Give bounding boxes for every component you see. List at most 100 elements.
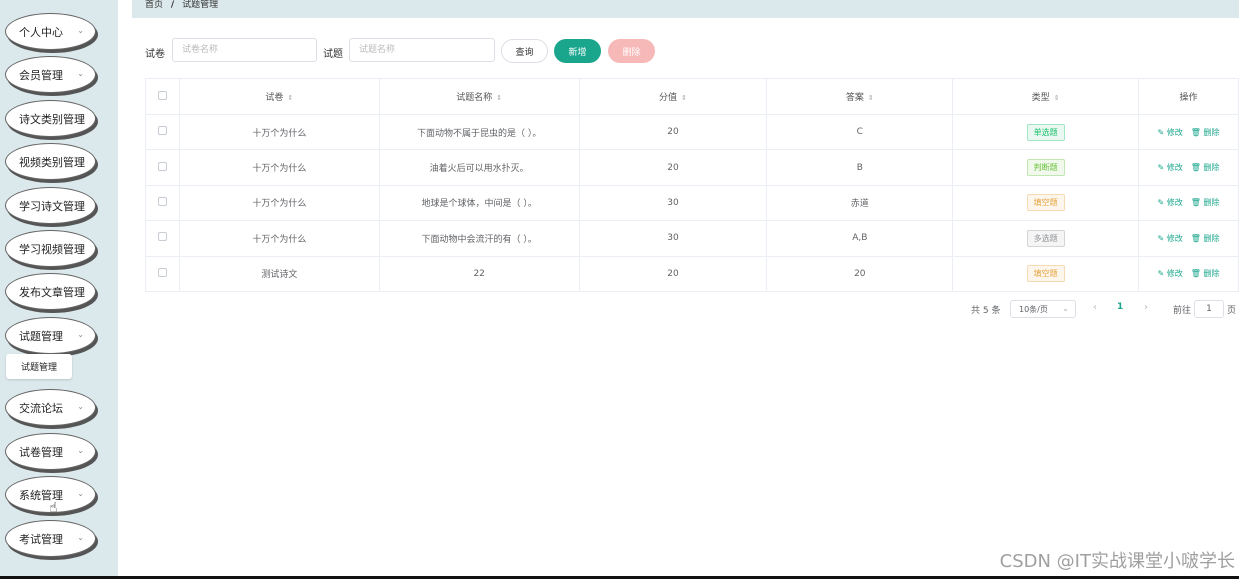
chevron-down-icon: ⌄ [77, 533, 84, 542]
sort-icon[interactable]: ⇕ [681, 94, 687, 102]
sidebar-item-forum[interactable]: 交流论坛 ⌄ [5, 389, 96, 426]
delete-button[interactable]: 🗑 删除 [1191, 128, 1220, 137]
chevron-down-icon: ⌄ [1062, 304, 1069, 313]
row-select-cell[interactable] [145, 113, 180, 151]
cell-paper: 测试诗文 [178, 255, 380, 292]
header-answer[interactable]: 答案 ⇕ [766, 78, 954, 115]
breadcrumb-home[interactable]: 首页 [145, 0, 163, 10]
question-search-input[interactable] [349, 38, 495, 62]
sort-icon[interactable]: ⇕ [1054, 94, 1060, 102]
sidebar-item-publish-article-manage[interactable]: 发布文章管理 [5, 273, 96, 310]
header-actions: 操作 [1138, 78, 1239, 115]
paper-search-input[interactable] [172, 38, 317, 62]
sort-icon[interactable]: ⇕ [287, 94, 293, 102]
goto-prefix: 前往 [1173, 306, 1192, 316]
add-button[interactable]: 新增 [554, 39, 601, 63]
query-button[interactable]: 查询 [501, 39, 548, 63]
chevron-down-icon: ⌄ [77, 489, 84, 498]
select-all-checkbox[interactable] [157, 90, 167, 100]
delete-button[interactable]: 🗑 删除 [1191, 198, 1220, 207]
header-type[interactable]: 类型 ⇕ [952, 78, 1140, 115]
row-select-cell[interactable] [145, 149, 180, 186]
edit-button[interactable]: ✎ 修改 [1158, 269, 1183, 278]
prev-page-icon[interactable]: ‹ [1093, 302, 1097, 313]
row-select-cell[interactable] [145, 220, 180, 257]
table-row: 测试诗文 22 20 20 填空题 ✎ 修改 🗑 删除 [145, 255, 1239, 292]
row-checkbox[interactable] [157, 267, 167, 277]
delete-button[interactable]: 🗑 删除 [1191, 163, 1220, 172]
sort-icon[interactable]: ⇕ [496, 94, 502, 102]
sidebar-item-video-category-manage[interactable]: 视频类别管理 [5, 143, 96, 180]
row-checkbox[interactable] [157, 232, 167, 242]
table-row: 十万个为什么 下面动物中会流汗的有（ ）。 30 A,B 多选题 ✎ 修改 🗑 删除 [145, 220, 1239, 257]
row-select-cell[interactable] [145, 255, 180, 292]
row-checkbox[interactable] [157, 161, 167, 171]
sidebar-item-personal-center[interactable]: 个人中心 ⌄ [5, 13, 96, 50]
cell-question: 地球是个球体，中间是（ ）。 [378, 184, 580, 222]
paper-label: 试卷 [145, 49, 165, 60]
cell-paper: 十万个为什么 [178, 149, 380, 186]
table-row: 十万个为什么 地球是个球体，中间是（ ）。 30 赤道 填空题 ✎ 修改 🗑 删除 [145, 184, 1239, 222]
goto-suffix: 页 [1227, 306, 1237, 316]
header-question[interactable]: 试题名称 ⇕ [378, 78, 580, 115]
next-page-icon[interactable]: › [1144, 302, 1148, 313]
header-paper[interactable]: 试卷 ⇕ [178, 78, 380, 115]
sidebar-item-exam-manage[interactable]: 考试管理 ⌄ [5, 520, 96, 557]
type-tag: 判断题 [1026, 159, 1065, 177]
cell-type: 填空题 [952, 255, 1140, 292]
pagination-total: 共 5 条 [971, 306, 1001, 316]
sidebar-item-label: 会员管理 [19, 68, 63, 82]
edit-icon: ✎ [1157, 233, 1165, 243]
goto-page-input[interactable] [1194, 300, 1224, 318]
question-table: 试卷 ⇕ 试题名称 ⇕ 分值 ⇕ 答案 ⇕ 类型 ⇕ 操作 十万个为什么 下面动物不属于昆虫… [145, 78, 1239, 292]
trash-icon: 🗑 [1190, 163, 1201, 173]
sidebar-item-study-video-manage[interactable]: 学习视频管理 [5, 230, 96, 267]
row-checkbox[interactable] [157, 196, 167, 206]
trash-icon: 🗑 [1190, 198, 1201, 208]
sidebar-item-member-manage[interactable]: 会员管理 ⌄ [5, 56, 96, 93]
edit-button[interactable]: ✎ 修改 [1158, 198, 1183, 207]
edit-button[interactable]: ✎ 修改 [1158, 128, 1183, 137]
row-checkbox[interactable] [157, 126, 167, 136]
cell-score: 20 [578, 255, 768, 292]
cell-score: 20 [578, 113, 768, 151]
cell-actions: ✎ 修改 🗑 删除 [1138, 113, 1239, 151]
trash-icon: 🗑 [1190, 127, 1201, 137]
cell-question: 下面动物不属于昆虫的是（ ）。 [378, 113, 580, 151]
cell-answer: 赤道 [766, 184, 954, 222]
header-score[interactable]: 分值 ⇕ [578, 78, 768, 115]
chevron-down-icon: ⌄ [77, 26, 84, 35]
sidebar-item-paper-manage[interactable]: 试卷管理 ⌄ [5, 433, 96, 470]
question-label: 试题 [323, 49, 343, 60]
cell-actions: ✎ 修改 🗑 删除 [1138, 220, 1239, 257]
delete-button[interactable]: 🗑 删除 [1191, 269, 1220, 278]
chevron-down-icon: ⌄ [77, 446, 84, 455]
cell-score: 20 [578, 149, 768, 186]
edit-button[interactable]: ✎ 修改 [1158, 234, 1183, 243]
chevron-down-icon: ⌄ [77, 69, 84, 78]
type-tag: 单选题 [1026, 123, 1065, 141]
batch-delete-button[interactable]: 删除 [608, 39, 655, 63]
edit-icon: ✎ [1157, 269, 1165, 279]
sidebar-item-study-poem-manage[interactable]: 学习诗文管理 [5, 187, 96, 224]
cell-answer: C [766, 113, 954, 151]
cell-question: 22 [378, 255, 580, 292]
submenu-item-question-manage[interactable]: 试题管理 [6, 354, 72, 379]
sort-icon[interactable]: ⇕ [868, 94, 874, 102]
delete-button[interactable]: 🗑 删除 [1191, 234, 1220, 243]
sidebar-item-label: 试卷管理 [19, 445, 63, 459]
sidebar-item-question-manage[interactable]: 试题管理 ⌄ [5, 317, 96, 354]
row-select-cell[interactable] [145, 184, 180, 222]
page-size-select[interactable]: 10条/页 ⌄ [1010, 300, 1076, 318]
page-number-current[interactable]: 1 [1117, 302, 1123, 312]
edit-button[interactable]: ✎ 修改 [1158, 163, 1183, 172]
cell-paper: 十万个为什么 [178, 113, 380, 151]
cell-type: 判断题 [952, 149, 1140, 186]
breadcrumb: 首页 / 试题管理 [145, 0, 218, 10]
sidebar-item-label: 视频类别管理 [19, 155, 85, 169]
sidebar-item-label: 试题管理 [19, 329, 63, 343]
header-select-all[interactable] [145, 78, 180, 115]
sidebar-item-poem-category-manage[interactable]: 诗文类别管理 [5, 100, 96, 137]
type-tag: 填空题 [1026, 265, 1065, 283]
sidebar-item-label: 考试管理 [19, 532, 63, 546]
